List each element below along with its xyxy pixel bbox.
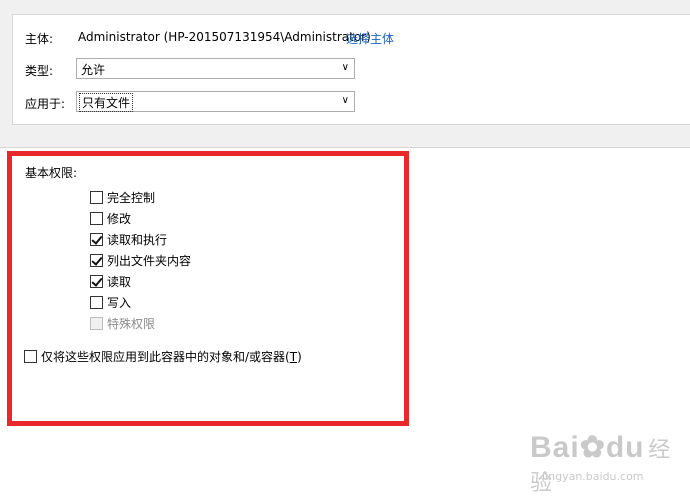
permission-label: 写入 <box>107 296 132 310</box>
apply-only-label: 仅将这些权限应用到此容器中的对象和/或容器(T) <box>41 350 302 364</box>
applies-to-label: 应用于: <box>25 97 66 111</box>
apply-only-checkbox-row[interactable]: 仅将这些权限应用到此容器中的对象和/或容器(T) <box>24 348 302 365</box>
permission-row[interactable]: 写入 <box>90 294 131 311</box>
type-select-value: 允许 <box>81 63 106 77</box>
permission-row[interactable]: 读取 <box>90 273 131 290</box>
applies-to-select-value: 只有文件 <box>79 93 134 112</box>
permission-checkbox[interactable] <box>90 191 103 204</box>
type-label: 类型: <box>25 64 54 78</box>
type-select[interactable]: 允许 ∨ <box>76 58 355 79</box>
chevron-down-icon: ∨ <box>341 62 349 73</box>
permission-label: 完全控制 <box>107 191 156 205</box>
permission-label: 读取 <box>107 275 132 289</box>
permission-row[interactable]: 完全控制 <box>90 189 155 206</box>
chevron-down-icon: ∨ <box>341 95 349 106</box>
permission-label: 列出文件夹内容 <box>107 254 192 268</box>
permission-label: 修改 <box>107 212 132 226</box>
permission-row[interactable]: 修改 <box>90 210 131 227</box>
highlight-box <box>7 151 409 426</box>
permission-row[interactable]: 读取和执行 <box>90 231 167 248</box>
permission-checkbox[interactable] <box>90 296 103 309</box>
baidu-watermark: Bai✿du 经验 <box>530 430 690 497</box>
permission-checkbox[interactable] <box>90 254 103 267</box>
permission-checkbox[interactable] <box>90 212 103 225</box>
window-top-strip <box>0 0 690 14</box>
panel-separator <box>0 125 690 147</box>
select-principal-link[interactable]: 选择主体 <box>346 30 394 47</box>
permission-row[interactable]: 列出文件夹内容 <box>90 252 191 269</box>
permission-label: 读取和执行 <box>107 233 168 247</box>
paw-icon: ✿ <box>579 431 606 464</box>
watermark-logo: Bai✿du <box>530 431 645 464</box>
permission-row: 特殊权限 <box>90 315 155 332</box>
watermark-url: jingyan.baidu.com <box>542 470 644 483</box>
apply-only-checkbox[interactable] <box>24 350 37 363</box>
principal-value: Administrator (HP-201507131954\Administr… <box>78 30 371 44</box>
principal-label: 主体: <box>25 32 54 46</box>
permission-checkbox[interactable] <box>90 233 103 246</box>
basic-permissions-label: 基本权限: <box>25 166 78 180</box>
applies-to-select[interactable]: 只有文件 ∨ <box>76 91 355 112</box>
permission-checkbox <box>90 317 103 330</box>
permission-label: 特殊权限 <box>107 317 156 331</box>
permission-checkbox[interactable] <box>90 275 103 288</box>
